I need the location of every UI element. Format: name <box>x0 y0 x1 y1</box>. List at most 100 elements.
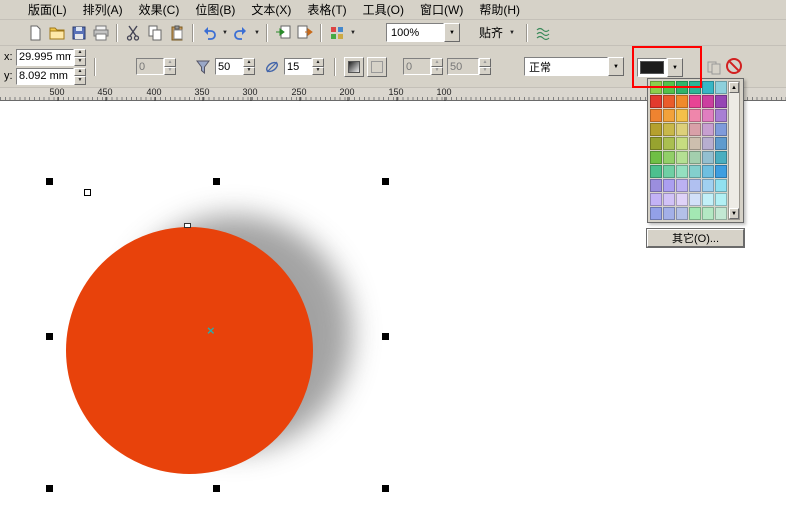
open-button[interactable] <box>46 22 68 44</box>
color-swatch[interactable] <box>650 193 662 206</box>
other-colors-button[interactable]: 其它(O)... <box>646 228 745 248</box>
shadow-color-picker[interactable]: ▼ <box>637 58 683 77</box>
selection-handle[interactable] <box>382 485 389 492</box>
color-swatch[interactable] <box>715 165 727 178</box>
color-swatch[interactable] <box>689 193 701 206</box>
snap-button[interactable]: 贴齐 ▼ <box>474 23 522 43</box>
color-swatch[interactable] <box>676 165 688 178</box>
color-swatch[interactable] <box>650 123 662 136</box>
color-swatch[interactable] <box>650 207 662 220</box>
color-swatch[interactable] <box>715 207 727 220</box>
blend-mode-value[interactable]: 正常 <box>524 57 608 76</box>
color-swatch[interactable] <box>689 95 701 108</box>
color-swatch[interactable] <box>715 109 727 122</box>
y-spin-up-icon[interactable]: ▲ <box>74 67 86 76</box>
x-offset-input[interactable] <box>16 48 74 66</box>
color-swatch[interactable] <box>702 95 714 108</box>
menu-help[interactable]: 帮助(H) <box>471 0 528 20</box>
color-swatch[interactable] <box>689 207 701 220</box>
selection-center-marker[interactable]: × <box>207 324 215 337</box>
color-swatch[interactable] <box>689 81 701 94</box>
color-swatch[interactable] <box>702 193 714 206</box>
shadow-feather-input[interactable] <box>284 58 312 75</box>
color-swatch[interactable] <box>702 179 714 192</box>
color-swatch[interactable] <box>676 151 688 164</box>
undo-dropdown-arrow-icon[interactable]: ▼ <box>220 30 230 36</box>
color-swatch[interactable] <box>663 193 675 206</box>
color-swatch[interactable] <box>650 95 662 108</box>
launcher-dropdown-arrow-icon[interactable]: ▼ <box>348 30 358 36</box>
color-swatch[interactable] <box>689 109 701 122</box>
color-swatch[interactable] <box>702 109 714 122</box>
color-swatch[interactable] <box>650 109 662 122</box>
copy-button[interactable] <box>144 22 166 44</box>
shadow-start-handle[interactable] <box>84 189 91 196</box>
zoom-value[interactable]: 100% <box>386 23 444 42</box>
zoom-dropdown-arrow-icon[interactable]: ▼ <box>444 23 460 42</box>
menu-bitmaps[interactable]: 位图(B) <box>187 0 243 20</box>
color-swatch[interactable] <box>676 137 688 150</box>
zoom-combo[interactable]: 100% ▼ <box>386 23 460 42</box>
clear-shadow-button[interactable] <box>726 58 744 76</box>
color-swatch[interactable] <box>689 179 701 192</box>
menu-layout[interactable]: 版面(L) <box>20 0 75 20</box>
color-swatch[interactable] <box>715 137 727 150</box>
color-swatch[interactable] <box>676 207 688 220</box>
menu-table[interactable]: 表格(T) <box>299 0 354 20</box>
new-button[interactable] <box>24 22 46 44</box>
shadow-opacity-input[interactable] <box>215 58 243 75</box>
x-spin-up-icon[interactable]: ▲ <box>74 48 86 57</box>
palette-scrollbar[interactable]: ▲ ▼ <box>728 81 740 220</box>
color-swatch[interactable] <box>676 179 688 192</box>
color-swatch[interactable] <box>663 109 675 122</box>
save-button[interactable] <box>68 22 90 44</box>
color-swatch[interactable] <box>663 81 675 94</box>
color-swatch[interactable] <box>663 207 675 220</box>
options-button[interactable] <box>532 22 554 44</box>
opacity-spin-up-icon[interactable]: ▲ <box>243 58 255 67</box>
color-swatch[interactable] <box>650 179 662 192</box>
selection-handle[interactable] <box>213 485 220 492</box>
scroll-up-icon[interactable]: ▲ <box>729 82 739 93</box>
undo-button[interactable] <box>198 22 220 44</box>
color-swatch[interactable] <box>663 137 675 150</box>
y-offset-input[interactable] <box>16 67 74 85</box>
feather-edge-button[interactable] <box>367 56 387 77</box>
scroll-down-icon[interactable]: ▼ <box>729 208 739 219</box>
selection-handle[interactable] <box>382 178 389 185</box>
shadow-color-swatch-button[interactable] <box>637 58 667 77</box>
color-swatch[interactable] <box>663 123 675 136</box>
feather-spin-up-icon[interactable]: ▲ <box>312 58 324 67</box>
color-swatch[interactable] <box>715 95 727 108</box>
y-spin-down-icon[interactable]: ▼ <box>74 76 86 85</box>
color-swatch[interactable] <box>663 151 675 164</box>
feather-direction-button[interactable] <box>344 56 364 77</box>
selection-handle[interactable] <box>213 178 220 185</box>
color-swatch[interactable] <box>715 81 727 94</box>
color-swatch[interactable] <box>676 193 688 206</box>
menu-effects[interactable]: 效果(C) <box>131 0 188 20</box>
color-swatch[interactable] <box>650 137 662 150</box>
color-swatch[interactable] <box>702 137 714 150</box>
menu-arrange[interactable]: 排列(A) <box>75 0 131 20</box>
color-swatch[interactable] <box>702 123 714 136</box>
color-swatch[interactable] <box>702 81 714 94</box>
cut-button[interactable] <box>122 22 144 44</box>
shadow-color-dropdown-arrow-icon[interactable]: ▼ <box>667 58 683 77</box>
selected-object-circle[interactable] <box>66 227 313 474</box>
redo-button[interactable] <box>230 22 252 44</box>
x-spin-down-icon[interactable]: ▼ <box>74 57 86 66</box>
menu-tools[interactable]: 工具(O) <box>355 0 412 20</box>
menu-window[interactable]: 窗口(W) <box>412 0 471 20</box>
color-swatch[interactable] <box>702 207 714 220</box>
application-launcher-button[interactable] <box>326 22 348 44</box>
color-swatch[interactable] <box>650 165 662 178</box>
selection-handle[interactable] <box>46 485 53 492</box>
color-swatch[interactable] <box>676 123 688 136</box>
color-swatch[interactable] <box>663 95 675 108</box>
color-swatch[interactable] <box>650 81 662 94</box>
color-swatch[interactable] <box>676 95 688 108</box>
color-swatch[interactable] <box>715 151 727 164</box>
feather-spin-down-icon[interactable]: ▼ <box>312 66 324 75</box>
color-swatch[interactable] <box>689 165 701 178</box>
